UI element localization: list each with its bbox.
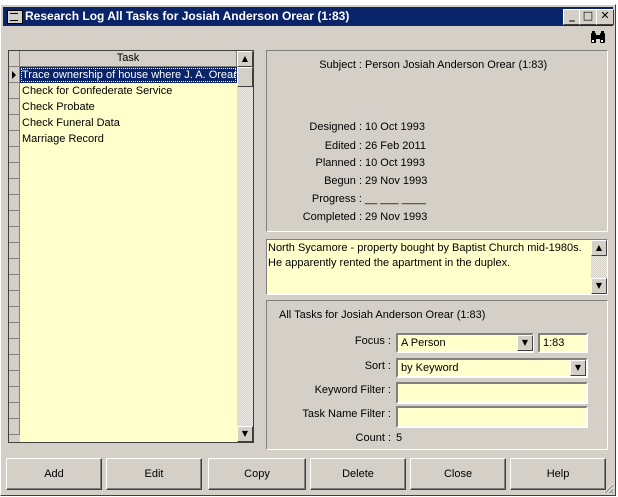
scroll-up-arrow-icon[interactable]: ▲ <box>591 240 607 256</box>
row-selector-current[interactable] <box>9 67 20 83</box>
row-selector[interactable] <box>9 195 20 211</box>
row-selector[interactable] <box>9 387 20 403</box>
filter-panel: All Tasks for Josiah Anderson Orear (1:8… <box>266 300 608 450</box>
scroll-down-arrow-icon[interactable]: ▼ <box>591 278 607 294</box>
scroll-thumb[interactable] <box>237 67 253 87</box>
focus-dropdown[interactable]: A Person <box>396 333 534 353</box>
task-details-panel: Subject : Person Josiah Anderson Orear (… <box>266 50 608 232</box>
planned-value: 10 Oct 1993 <box>365 157 425 169</box>
row-selector[interactable] <box>9 131 20 147</box>
task-row[interactable]: Check Funeral Data <box>20 115 237 131</box>
window-title: Research Log All Tasks for Josiah Anders… <box>25 9 350 23</box>
close-button[interactable]: Close <box>410 458 506 490</box>
count-label: Count : <box>355 432 391 444</box>
sort-dropdown[interactable]: by Keyword <box>396 358 588 378</box>
row-selector[interactable] <box>9 339 20 355</box>
title-bar[interactable]: Research Log All Tasks for Josiah Anders… <box>3 7 614 26</box>
row-selector-column <box>9 51 20 442</box>
row-selector[interactable] <box>9 163 20 179</box>
row-selector[interactable] <box>9 275 20 291</box>
task-row[interactable]: Check Probate <box>20 99 237 115</box>
task-list: Trace ownership of house where J. A. Ore… <box>20 67 237 442</box>
focus-label: Focus : <box>354 335 391 347</box>
sort-label: Sort : <box>364 360 391 372</box>
sort-dropdown-value: by Keyword <box>401 362 459 374</box>
scroll-up-arrow-icon[interactable]: ▲ <box>237 51 253 67</box>
task-row-selected[interactable]: Trace ownership of house where J. A. Ore… <box>20 67 237 83</box>
find-button[interactable] <box>588 28 608 48</box>
row-selector[interactable] <box>9 371 20 387</box>
row-selector-header <box>9 51 20 67</box>
progress-label: Progress : <box>311 193 362 205</box>
task-name-filter-input[interactable] <box>396 406 588 428</box>
designed-label: Designed : <box>309 121 362 133</box>
subject-value: Person Josiah Anderson Orear (1:83) <box>365 59 548 71</box>
begun-value: 29 Nov 1993 <box>365 175 428 187</box>
row-selector[interactable] <box>9 291 20 307</box>
current-row-arrow-icon <box>12 71 16 79</box>
add-button[interactable]: Add <box>6 458 102 490</box>
row-selector[interactable] <box>9 323 20 339</box>
progress-value: __ ___ ____ <box>365 193 427 205</box>
task-list-scrollbar[interactable]: ▲ ▼ <box>237 51 253 442</box>
completed-label: Completed : <box>302 211 362 223</box>
row-selector[interactable] <box>9 355 20 371</box>
form-window-icon <box>7 10 23 24</box>
focus-id-field[interactable]: 1:83 <box>538 333 588 353</box>
resize-grip-icon[interactable] <box>602 482 614 494</box>
help-button[interactable]: Help <box>510 458 606 490</box>
row-selector[interactable] <box>9 83 20 99</box>
focus-id-value: 1:83 <box>543 337 565 349</box>
notes-scrollbar[interactable]: ▲ ▼ <box>591 240 607 294</box>
planned-label: Planned : <box>315 157 362 169</box>
edited-value: 26 Feb 2011 <box>365 140 426 152</box>
sort-dropdown-arrow-icon[interactable]: ▼ <box>570 360 586 376</box>
keyword-filter-input[interactable] <box>396 382 588 404</box>
resize-grip-lines <box>603 483 614 494</box>
row-selector[interactable] <box>9 211 20 227</box>
task-name-filter-label: Task Name Filter : <box>302 408 391 420</box>
designed-value: 10 Oct 1993 <box>365 121 425 133</box>
row-selector[interactable] <box>9 419 20 435</box>
row-selector[interactable] <box>9 99 20 115</box>
keyword-filter-label: Keyword Filter : <box>314 384 391 396</box>
binoculars-icon <box>591 31 605 43</box>
scroll-down-arrow-icon[interactable]: ▼ <box>237 426 253 442</box>
begun-label: Begun : <box>324 175 362 187</box>
task-grid: Task Trace ownership of house where J. A… <box>8 50 254 443</box>
focus-dropdown-value: A Person <box>401 337 446 349</box>
edited-label: Edited : <box>324 140 362 152</box>
delete-button[interactable]: Delete <box>310 458 406 490</box>
task-notes-text[interactable]: North Sycamore - property bought by Bapt… <box>268 241 588 271</box>
copy-button[interactable]: Copy <box>208 458 306 490</box>
row-selector[interactable] <box>9 307 20 323</box>
close-window-button[interactable]: ✕ <box>596 9 614 25</box>
task-notes-box[interactable]: North Sycamore - property bought by Bapt… <box>266 239 608 295</box>
row-selector[interactable] <box>9 179 20 195</box>
subject-label: Subject : <box>319 59 362 71</box>
task-column-header[interactable]: Task <box>20 51 237 67</box>
completed-value: 29 Nov 1993 <box>365 211 428 223</box>
row-selector[interactable] <box>9 227 20 243</box>
row-selector[interactable] <box>9 403 20 419</box>
task-row[interactable]: Marriage Record <box>20 131 237 147</box>
row-selector[interactable] <box>9 243 20 259</box>
maximize-button[interactable]: □ <box>579 9 597 25</box>
row-selector[interactable] <box>9 147 20 163</box>
filter-heading: All Tasks for Josiah Anderson Orear (1:8… <box>279 309 486 321</box>
focus-dropdown-arrow-icon[interactable]: ▼ <box>517 335 533 351</box>
edit-button[interactable]: Edit <box>106 458 202 490</box>
row-selector[interactable] <box>9 115 20 131</box>
task-row[interactable]: Check for Confederate Service <box>20 83 237 99</box>
row-selector[interactable] <box>9 259 20 275</box>
count-value: 5 <box>396 432 403 444</box>
